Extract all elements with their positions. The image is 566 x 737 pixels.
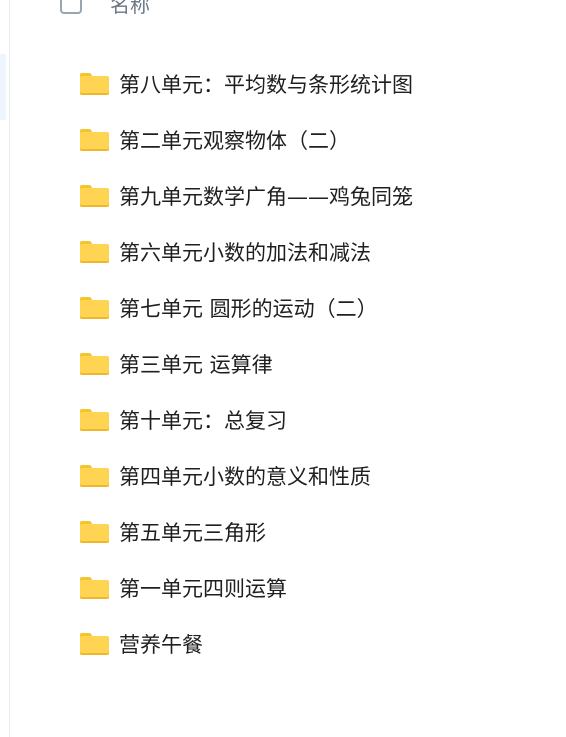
folder-name[interactable]: 第一单元四则运算: [119, 573, 287, 603]
folder-icon: [80, 577, 109, 599]
name-column-header[interactable]: 名称: [110, 0, 150, 18]
folder-row[interactable]: 第四单元小数的意义和性质: [80, 448, 413, 504]
folder-icon: [80, 465, 109, 487]
folder-list: 第八单元：平均数与条形统计图 第二单元观察物体（二） 第九单元数学广角——鸡兔同…: [80, 56, 413, 672]
folder-name[interactable]: 第五单元三角形: [119, 517, 266, 547]
left-sidebar-edge: [0, 0, 10, 737]
folder-row[interactable]: 第八单元：平均数与条形统计图: [80, 56, 413, 112]
folder-icon: [80, 409, 109, 431]
folder-name[interactable]: 第六单元小数的加法和减法: [119, 237, 371, 267]
folder-icon: [80, 185, 109, 207]
folder-icon: [80, 297, 109, 319]
folder-icon: [80, 633, 109, 655]
folder-name[interactable]: 第二单元观察物体（二）: [119, 125, 350, 155]
folder-name[interactable]: 第十单元：总复习: [119, 405, 287, 435]
folder-row[interactable]: 第九单元数学广角——鸡兔同笼: [80, 168, 413, 224]
folder-icon: [80, 129, 109, 151]
folder-icon: [80, 353, 109, 375]
folder-icon: [80, 73, 109, 95]
select-all-checkbox[interactable]: [60, 0, 82, 14]
folder-name[interactable]: 营养午餐: [119, 629, 203, 659]
folder-row[interactable]: 第二单元观察物体（二）: [80, 112, 413, 168]
folder-row[interactable]: 营养午餐: [80, 616, 413, 672]
folder-row[interactable]: 第五单元三角形: [80, 504, 413, 560]
folder-row[interactable]: 第六单元小数的加法和减法: [80, 224, 413, 280]
sidebar-active-indicator: [0, 54, 6, 120]
folder-row[interactable]: 第七单元 圆形的运动（二）: [80, 280, 413, 336]
folder-row[interactable]: 第十单元：总复习: [80, 392, 413, 448]
folder-icon: [80, 241, 109, 263]
folder-name[interactable]: 第九单元数学广角——鸡兔同笼: [119, 181, 413, 211]
folder-icon: [80, 521, 109, 543]
folder-name[interactable]: 第八单元：平均数与条形统计图: [119, 69, 413, 99]
list-header: 名称: [60, 0, 150, 20]
folder-row[interactable]: 第一单元四则运算: [80, 560, 413, 616]
folder-name[interactable]: 第三单元 运算律: [119, 349, 273, 379]
folder-row[interactable]: 第三单元 运算律: [80, 336, 413, 392]
folder-name[interactable]: 第四单元小数的意义和性质: [119, 461, 371, 491]
file-browser: 名称 第八单元：平均数与条形统计图 第二单元观察物体（二） 第九单元数学广角——…: [0, 0, 566, 737]
folder-name[interactable]: 第七单元 圆形的运动（二）: [119, 293, 378, 323]
